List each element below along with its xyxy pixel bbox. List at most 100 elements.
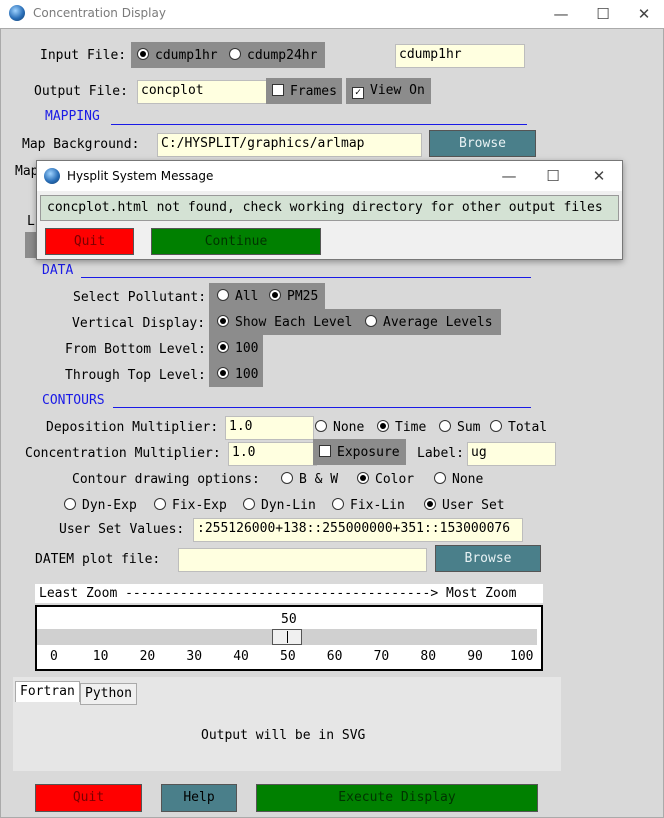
output-file-field[interactable]: concplot [137,80,267,104]
data-divider [81,277,531,278]
radio-icon [217,289,229,301]
help-button[interactable]: Help [161,784,237,812]
deposition-option-time[interactable]: Time [377,420,426,435]
map-browse-button[interactable]: Browse [429,130,536,157]
zoom-tick-label: 0 [50,649,58,664]
zoom-slider-handle[interactable] [272,629,302,645]
input-option-cdump24hr[interactable]: cdump24hr [229,48,317,63]
input-option-cdump1hr[interactable]: cdump1hr [137,48,218,63]
radio-icon [229,48,241,60]
view-on-checkbox[interactable]: ✓ View On [346,78,431,104]
app-globe-icon [9,5,25,21]
vertical-option-each[interactable]: Show Each Level [217,315,352,330]
pollutant-options: All PM25 [209,283,325,309]
input-file-label: Input File: [40,48,127,63]
deposition-option-sum[interactable]: Sum [439,420,480,435]
zoom-tick-label: 90 [467,649,483,664]
output-file-label: Output File: [34,84,128,99]
dialog-close-button[interactable]: ✕ [589,166,609,186]
close-button[interactable]: ✕ [634,4,654,24]
partial-label: L [27,214,35,229]
deposition-multiplier-field[interactable]: 1.0 [225,416,314,440]
zoom-tick-label: 40 [233,649,249,664]
user-set-values-label: User Set Values: [59,522,185,537]
deposition-option-total[interactable]: Total [490,420,547,435]
checkmark-icon: ✓ [352,87,364,99]
drawing-option-none[interactable]: None [434,472,483,487]
execute-display-button[interactable]: Execute Display [256,784,538,812]
maximize-button[interactable]: ☐ [593,4,613,24]
minimize-button[interactable]: — [551,4,571,24]
vertical-option-average[interactable]: Average Levels [365,315,493,330]
contours-section-header: CONTOURS [42,393,105,408]
contours-divider [113,407,531,408]
app-globe-icon [44,168,60,184]
tab-python[interactable]: Python [80,683,137,705]
interval-option-dyn-exp[interactable]: Dyn-Exp [64,498,137,513]
mapping-section-header: MAPPING [45,109,100,124]
zoom-tick-label: 80 [420,649,437,664]
deposition-multiplier-label: Deposition Multiplier: [46,420,219,435]
system-message-dialog: Hysplit System Message — ☐ ✕ concplot.ht… [36,160,623,260]
checkbox-icon [272,84,284,96]
zoom-tick-label: 100 [510,649,534,664]
interval-option-user-set[interactable]: User Set [424,498,505,513]
interval-option-fix-exp[interactable]: Fix-Exp [154,498,227,513]
label-field[interactable]: ug [467,442,556,466]
tab-fortran[interactable]: Fortran [15,681,80,702]
exposure-checkbox[interactable]: Exposure [313,439,406,465]
datem-file-field[interactable] [178,548,427,572]
radio-icon [137,48,149,60]
bottom-level-option[interactable]: 100 [209,335,263,361]
dialog-quit-button[interactable]: Quit [45,228,134,255]
drawing-option-bw[interactable]: B & W [281,472,338,487]
zoom-header: Least Zoom -----------------------------… [35,584,543,603]
zoom-tick-label: 20 [139,649,156,664]
radio-icon [217,315,229,327]
zoom-tick-label: 60 [326,649,343,664]
top-level-option[interactable]: 100 [209,361,263,387]
interval-option-dyn-lin[interactable]: Dyn-Lin [243,498,316,513]
vertical-display-options: Show Each Level Average Levels [209,309,501,335]
radio-icon [332,498,344,510]
radio-icon [64,498,76,510]
zoom-scale: 50 0 10 20 30 40 50 60 70 80 90 100 [35,605,543,671]
radio-icon [269,289,281,301]
pollutant-option-pm25[interactable]: PM25 [269,289,318,304]
datem-browse-button[interactable]: Browse [435,545,541,572]
zoom-tick-label: 50 [280,649,296,664]
input-file-field[interactable]: cdump1hr [395,44,525,68]
radio-icon [154,498,166,510]
user-set-values-field[interactable]: :255126000+138::255000000+351::153000076 [193,518,523,542]
frames-checkbox[interactable]: Frames [266,78,342,104]
interval-option-fix-lin[interactable]: Fix-Lin [332,498,405,513]
zoom-tick-label: 70 [373,649,390,664]
radio-icon [424,498,436,510]
input-file-options: cdump1hr cdump24hr [131,42,325,68]
dialog-title-bar: Hysplit System Message — ☐ ✕ [37,161,622,191]
select-pollutant-label: Select Pollutant: [73,290,207,305]
label-label: Label: [417,446,464,461]
radio-icon [281,472,293,484]
pollutant-option-all[interactable]: All [217,289,258,304]
map-background-field[interactable]: C:/HYSPLIT/graphics/arlmap [157,133,422,157]
dialog-minimize-button[interactable]: — [499,166,519,186]
zoom-value: 50 [281,612,297,627]
drawing-option-color[interactable]: Color [357,472,414,487]
dialog-continue-button[interactable]: Continue [151,228,321,255]
checkbox-icon [319,445,331,457]
deposition-option-none[interactable]: None [315,420,364,435]
concentration-multiplier-field[interactable]: 1.0 [228,442,317,466]
main-panel: Input File: cdump1hr cdump24hr cdump1hr … [0,28,664,818]
radio-icon [439,420,451,432]
radio-icon [357,472,369,484]
radio-icon [217,367,229,379]
dialog-maximize-button[interactable]: ☐ [543,166,563,186]
quit-button[interactable]: Quit [35,784,142,812]
vertical-display-label: Vertical Display: [72,316,206,331]
top-level-label: Through Top Level: [65,368,206,383]
radio-icon [315,420,327,432]
datem-file-label: DATEM plot file: [35,552,161,567]
dialog-title: Hysplit System Message [67,169,214,183]
dialog-message: concplot.html not found, check working d… [40,195,619,221]
